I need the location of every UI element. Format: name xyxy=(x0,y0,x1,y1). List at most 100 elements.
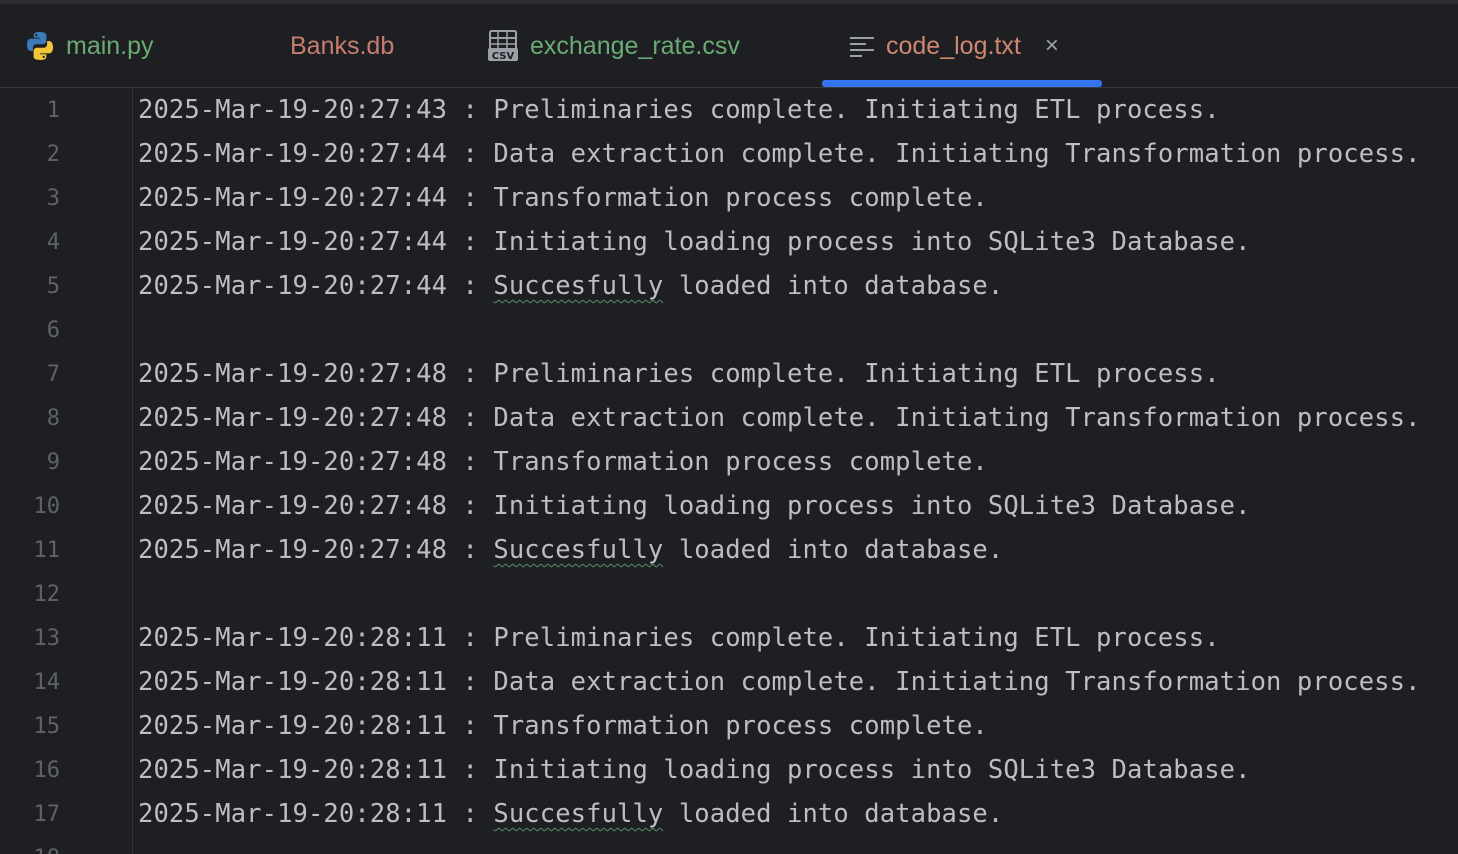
line-text: 2025-Mar-19-20:28:11 : Data extraction c… xyxy=(138,667,1421,697)
line-number: 2 xyxy=(46,141,60,167)
text-file-icon xyxy=(848,34,876,58)
line-number: 4 xyxy=(46,229,60,255)
editor-line[interactable]: 8 2025-Mar-19-20:27:48 : Data extraction … xyxy=(0,396,1458,440)
editor-line[interactable]: 5 2025-Mar-19-20:27:44 : Succesfully load… xyxy=(0,264,1458,308)
editor-line[interactable]: 2 2025-Mar-19-20:27:44 : Data extraction … xyxy=(0,132,1458,176)
line-number: 3 xyxy=(46,185,60,211)
line-number: 14 xyxy=(33,669,61,695)
tab-banks-db[interactable]: Banks.db xyxy=(290,4,394,88)
log-message: Data extraction complete. Initiating Tra… xyxy=(493,667,1421,697)
editor-line[interactable]: 10 2025-Mar-19-20:27:48 : Initiating load… xyxy=(0,484,1458,528)
csv-icon: CSV xyxy=(486,29,520,63)
tab-main-py[interactable]: main.py xyxy=(24,4,154,88)
editor-line[interactable]: 13 2025-Mar-19-20:28:11 : Preliminaries c… xyxy=(0,616,1458,660)
line-number: 13 xyxy=(33,625,61,651)
log-separator: : xyxy=(447,95,494,125)
line-text: 2025-Mar-19-20:27:48 : Succesfully loade… xyxy=(138,535,1003,565)
editor-line[interactable]: 9 2025-Mar-19-20:27:48 : Transformation p… xyxy=(0,440,1458,484)
tab-label: exchange_rate.csv xyxy=(530,31,740,60)
log-message: Data extraction complete. Initiating Tra… xyxy=(493,403,1421,433)
log-timestamp: 2025-Mar-19-20:28:11 xyxy=(138,711,448,741)
editor-line[interactable]: 3 2025-Mar-19-20:27:44 : Transformation p… xyxy=(0,176,1458,220)
log-timestamp: 2025-Mar-19-20:28:11 xyxy=(138,623,448,653)
line-text: 2025-Mar-19-20:28:11 : Preliminaries com… xyxy=(138,623,1220,653)
editor-line[interactable]: 1 2025-Mar-19-20:27:43 : Preliminaries co… xyxy=(0,88,1458,132)
log-timestamp: 2025-Mar-19-20:27:44 xyxy=(138,139,448,169)
log-separator: : xyxy=(447,711,494,741)
line-number: 11 xyxy=(33,537,61,563)
line-text: 2025-Mar-19-20:28:11 : Succesfully loade… xyxy=(138,799,1003,829)
editor-line[interactable]: 17 2025-Mar-19-20:28:11 : Succesfully loa… xyxy=(0,792,1458,836)
tab-label: main.py xyxy=(66,31,154,60)
log-timestamp: 2025-Mar-19-20:28:11 xyxy=(138,667,448,697)
line-number: 16 xyxy=(33,757,61,783)
editor-line[interactable]: 11 2025-Mar-19-20:27:48 : Succesfully loa… xyxy=(0,528,1458,572)
log-separator: : xyxy=(447,183,494,213)
log-timestamp: 2025-Mar-19-20:27:48 xyxy=(138,403,448,433)
log-separator: : xyxy=(447,447,494,477)
log-separator: : xyxy=(447,271,494,301)
log-message: Preliminaries complete. Initiating ETL p… xyxy=(493,623,1220,653)
line-text: 2025-Mar-19-20:28:11 : Initiating loadin… xyxy=(138,755,1251,785)
line-number: 17 xyxy=(33,801,61,827)
text-editor[interactable]: 1 2025-Mar-19-20:27:43 : Preliminaries co… xyxy=(0,88,1458,854)
line-number: 15 xyxy=(33,713,61,739)
log-message: loaded into database. xyxy=(663,535,1004,565)
log-timestamp: 2025-Mar-19-20:27:44 xyxy=(138,271,448,301)
log-separator: : xyxy=(447,535,494,565)
log-separator: : xyxy=(447,755,494,785)
log-separator: : xyxy=(447,139,494,169)
log-message: Transformation process complete. xyxy=(493,183,988,213)
line-text: 2025-Mar-19-20:27:43 : Preliminaries com… xyxy=(138,95,1220,125)
log-timestamp: 2025-Mar-19-20:27:48 xyxy=(138,491,448,521)
editor-line[interactable]: 14 2025-Mar-19-20:28:11 : Data extraction… xyxy=(0,660,1458,704)
spelling-warning-word: Succesfully xyxy=(493,799,664,829)
spelling-warning-word: Succesfully xyxy=(493,271,664,301)
log-message: Transformation process complete. xyxy=(493,711,988,741)
log-separator: : xyxy=(447,667,494,697)
editor-line[interactable]: 7 2025-Mar-19-20:27:48 : Preliminaries co… xyxy=(0,352,1458,396)
log-separator: : xyxy=(447,403,494,433)
close-tab-icon[interactable]: × xyxy=(1045,34,1059,58)
editor-line[interactable]: 12 xyxy=(0,572,1458,616)
log-timestamp: 2025-Mar-19-20:27:48 xyxy=(138,447,448,477)
tab-exchange-rate-csv[interactable]: CSV exchange_rate.csv xyxy=(486,4,740,88)
log-separator: : xyxy=(447,623,494,653)
line-text: 2025-Mar-19-20:27:44 : Initiating loadin… xyxy=(138,227,1251,257)
line-text: 2025-Mar-19-20:27:44 : Succesfully loade… xyxy=(138,271,1003,301)
editor-line[interactable]: 16 2025-Mar-19-20:28:11 : Initiating load… xyxy=(0,748,1458,792)
editor-line[interactable]: 6 xyxy=(0,308,1458,352)
log-separator: : xyxy=(447,227,494,257)
line-number: 7 xyxy=(46,361,60,387)
log-message: loaded into database. xyxy=(663,799,1004,829)
log-message: loaded into database. xyxy=(663,271,1004,301)
line-number: 6 xyxy=(46,317,60,343)
line-text: 2025-Mar-19-20:27:44 : Transformation pr… xyxy=(138,183,988,213)
line-text: 2025-Mar-19-20:27:44 : Data extraction c… xyxy=(138,139,1421,169)
line-number: 12 xyxy=(33,581,61,607)
log-message: Initiating loading process into SQLite3 … xyxy=(493,491,1251,521)
line-number: 9 xyxy=(46,449,60,475)
log-separator: : xyxy=(447,799,494,829)
tab-label: Banks.db xyxy=(290,31,395,60)
editor-line[interactable]: 15 2025-Mar-19-20:28:11 : Transformation … xyxy=(0,704,1458,748)
python-icon xyxy=(24,30,56,62)
active-tab-indicator xyxy=(822,80,1102,87)
tab-code-log-txt[interactable]: code_log.txt × xyxy=(848,4,1059,88)
log-message: Transformation process complete. xyxy=(493,447,988,477)
log-message: Initiating loading process into SQLite3 … xyxy=(493,755,1251,785)
log-message: Data extraction complete. Initiating Tra… xyxy=(493,139,1421,169)
tab-label: code_log.txt xyxy=(886,31,1021,60)
log-timestamp: 2025-Mar-19-20:27:48 xyxy=(138,535,448,565)
line-number: 1 xyxy=(46,97,60,123)
line-number: 18 xyxy=(0,846,68,854)
line-text: 2025-Mar-19-20:27:48 : Data extraction c… xyxy=(138,403,1421,433)
log-timestamp: 2025-Mar-19-20:28:11 xyxy=(138,799,448,829)
editor-line[interactable]: 18 xyxy=(0,836,1458,854)
svg-text:CSV: CSV xyxy=(492,51,515,62)
editor-line[interactable]: 4 2025-Mar-19-20:27:44 : Initiating loadi… xyxy=(0,220,1458,264)
log-timestamp: 2025-Mar-19-20:28:11 xyxy=(138,755,448,785)
line-text: 2025-Mar-19-20:27:48 : Transformation pr… xyxy=(138,447,988,477)
line-number: 8 xyxy=(46,405,60,431)
log-message: Preliminaries complete. Initiating ETL p… xyxy=(493,359,1220,389)
